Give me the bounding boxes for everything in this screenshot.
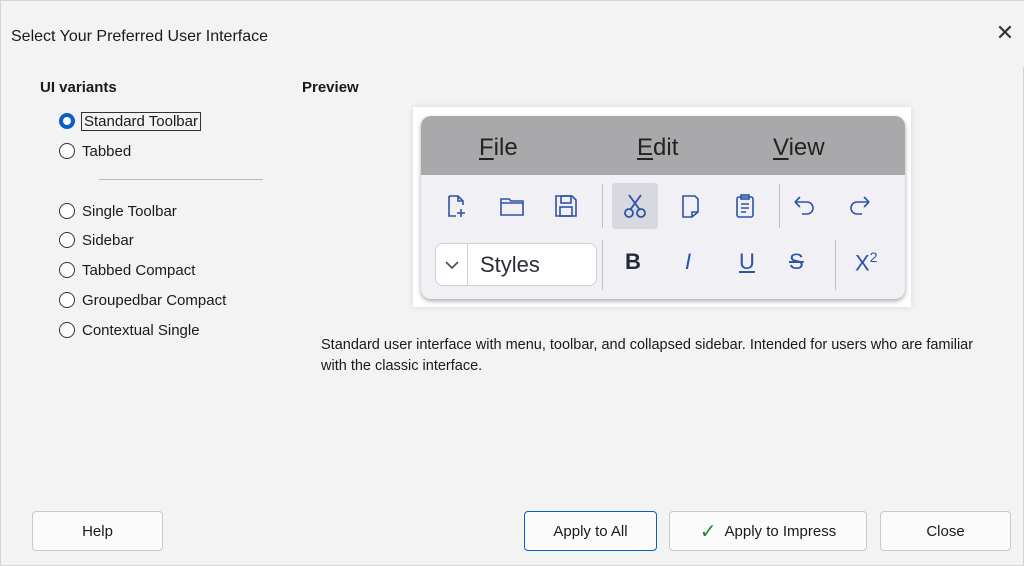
radio-tabbed-compact[interactable]: Tabbed Compact	[59, 258, 195, 282]
radio-groupedbar-compact[interactable]: Groupedbar Compact	[59, 288, 226, 312]
help-button[interactable]: Help	[32, 511, 163, 551]
apply-to-impress-label: Apply to Impress	[724, 522, 837, 540]
radio-unchecked-icon[interactable]	[59, 292, 75, 308]
variants-separator	[99, 179, 263, 180]
radio-standard-toolbar[interactable]: Standard Toolbar	[59, 109, 201, 133]
preview-menu-view: View	[773, 134, 825, 161]
radio-unchecked-icon[interactable]	[59, 232, 75, 248]
preview-menu-file: File	[479, 134, 518, 161]
close-icon[interactable]: ✕	[989, 19, 1021, 49]
toolbar-divider	[835, 240, 836, 290]
preview-image: File Edit View Styles B I U S X2	[421, 116, 905, 299]
preview-styles-text: Styles	[480, 252, 540, 277]
radio-label: Groupedbar Compact	[82, 291, 227, 309]
radio-label: Tabbed Compact	[82, 261, 196, 279]
open-folder-icon	[497, 191, 527, 221]
bold-icon: B	[625, 249, 641, 274]
dialog-title: Select Your Preferred User Interface	[11, 28, 269, 45]
strikethrough-icon: S	[789, 249, 804, 274]
radio-label: Sidebar	[82, 231, 134, 249]
undo-icon	[789, 191, 819, 221]
preview-heading: Preview	[302, 79, 359, 96]
toolbar-divider	[602, 240, 603, 290]
radio-unchecked-icon[interactable]	[59, 143, 75, 159]
preview-menubar: File Edit View	[421, 116, 905, 175]
superscript-icon: X2	[855, 249, 878, 276]
chevron-down-icon	[436, 244, 468, 285]
redo-icon	[845, 191, 875, 221]
checkmark-icon: ✓	[699, 519, 717, 543]
variant-description: Standard user interface with menu, toolb…	[321, 337, 974, 374]
copy-icon	[675, 191, 705, 221]
new-document-icon	[441, 191, 471, 221]
cut-icon	[612, 183, 658, 229]
radio-sidebar[interactable]: Sidebar	[59, 228, 134, 252]
ui-selection-dialog: Select Your Preferred User Interface ✕ U…	[0, 0, 1024, 566]
radio-unchecked-icon[interactable]	[59, 322, 75, 338]
title-bar: Select Your Preferred User Interface ✕	[1, 1, 1024, 67]
apply-to-all-button[interactable]: Apply to All	[524, 511, 657, 551]
ui-variants-heading: UI variants	[40, 79, 117, 96]
radio-label: Standard Toolbar	[81, 111, 201, 131]
preview-styles-box: Styles	[435, 243, 597, 286]
paste-icon	[730, 191, 760, 221]
italic-icon: I	[685, 249, 692, 274]
radio-contextual-single[interactable]: Contextual Single	[59, 318, 200, 342]
save-icon	[551, 191, 581, 221]
close-button[interactable]: Close	[880, 511, 1011, 551]
radio-label: Single Toolbar	[82, 202, 177, 220]
radio-unchecked-icon[interactable]	[59, 262, 75, 278]
radio-tabbed[interactable]: Tabbed	[59, 139, 131, 163]
underline-icon: U	[739, 249, 755, 274]
toolbar-divider	[779, 184, 780, 228]
toolbar-divider	[602, 184, 603, 228]
radio-single-toolbar[interactable]: Single Toolbar	[59, 199, 177, 223]
radio-unchecked-icon[interactable]	[59, 203, 75, 219]
radio-label: Contextual Single	[82, 321, 200, 339]
apply-to-impress-button[interactable]: ✓ Apply to Impress	[669, 511, 867, 551]
radio-label: Tabbed	[82, 142, 132, 160]
preview-menu-edit: Edit	[637, 134, 679, 161]
radio-checked-icon[interactable]	[59, 113, 75, 129]
